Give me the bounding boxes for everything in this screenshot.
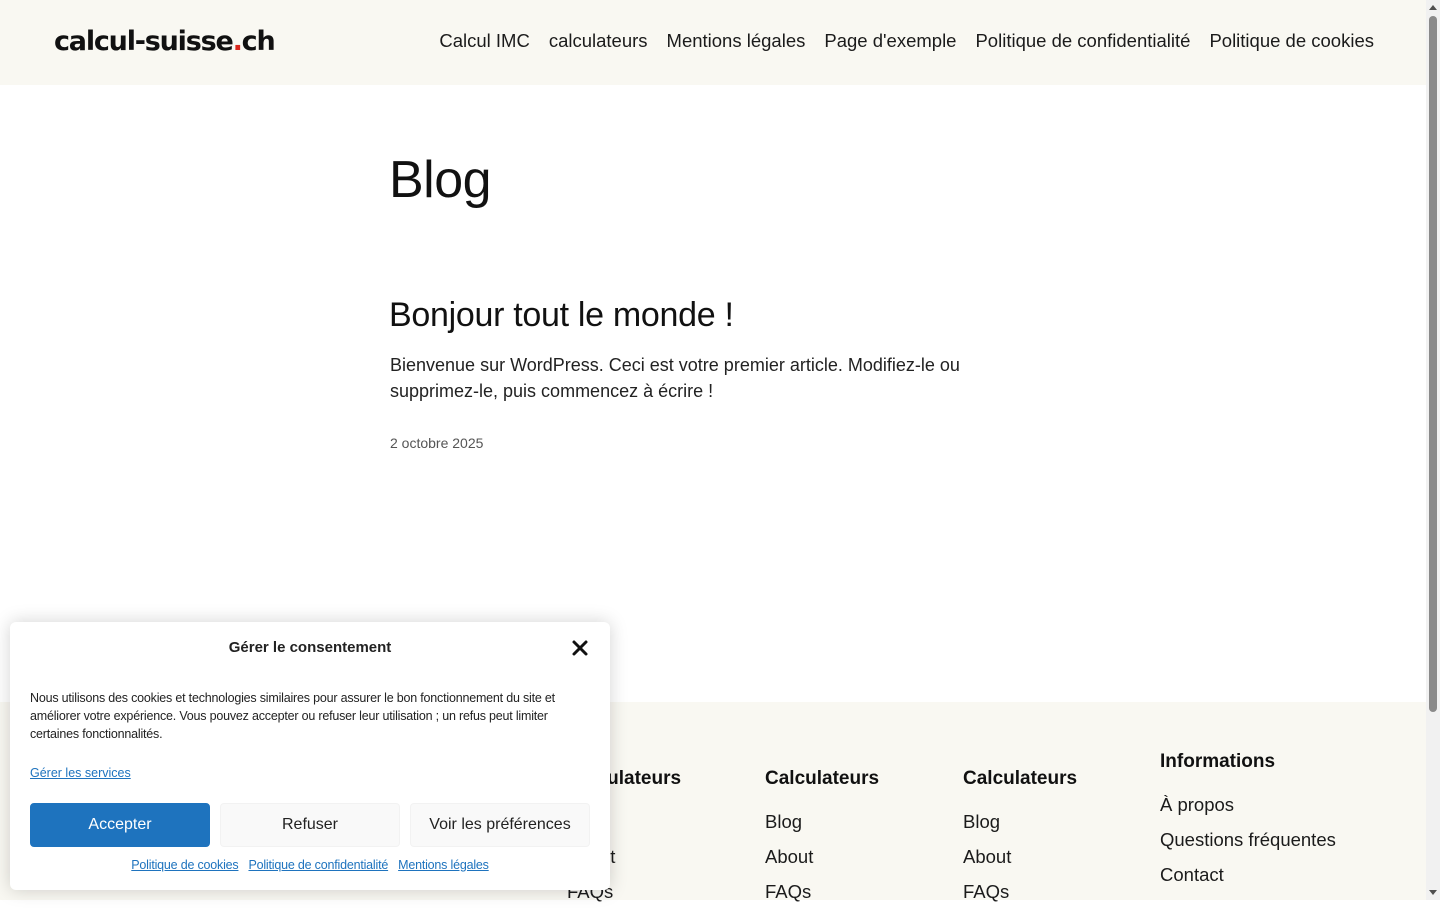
privacy-policy-link[interactable]: Politique de confidentialité xyxy=(248,858,388,872)
logo-tld: ch xyxy=(241,26,276,57)
footer-column-2: Calculateurs Blog About FAQs xyxy=(765,768,879,909)
post-excerpt: Bienvenue sur WordPress. Ceci est votre … xyxy=(390,355,960,401)
scroll-thumb[interactable] xyxy=(1429,16,1437,712)
footer-link-a-propos[interactable]: À propos xyxy=(1160,787,1336,822)
post-date: 2 octobre 2025 xyxy=(390,435,484,451)
close-icon[interactable] xyxy=(570,638,590,658)
nav-item-page-exemple[interactable]: Page d'exemple xyxy=(824,30,956,52)
footer-link-about[interactable]: About xyxy=(765,839,879,874)
post-title-link[interactable]: Bonjour tout le monde ! xyxy=(389,296,734,335)
footer-link-faqs[interactable]: FAQs xyxy=(765,874,879,909)
nav-item-calculateurs[interactable]: calculateurs xyxy=(549,30,648,52)
footer-link-about[interactable]: About xyxy=(963,839,1077,874)
consent-title: Gérer le consentement xyxy=(228,639,392,656)
footer-link-faqs[interactable]: FAQs xyxy=(963,874,1077,909)
logo-text: calcul-suisse xyxy=(54,26,234,57)
footer-link-blog[interactable]: Blog xyxy=(963,804,1077,839)
footer-link-contact[interactable]: Contact xyxy=(1160,857,1336,892)
logo-dot: . xyxy=(232,26,243,57)
page-scrollbar[interactable] xyxy=(1426,0,1440,900)
scroll-up-arrow-icon[interactable] xyxy=(1429,5,1437,10)
site-logo[interactable]: calcul-suisse.ch xyxy=(54,26,276,57)
legal-notice-link[interactable]: Mentions légales xyxy=(398,858,489,872)
refuse-button[interactable]: Refuser xyxy=(220,803,400,847)
cookie-policy-link[interactable]: Politique de cookies xyxy=(131,858,238,872)
scroll-down-arrow-icon[interactable] xyxy=(1429,890,1437,895)
nav-item-politique-cookies[interactable]: Politique de cookies xyxy=(1209,30,1374,52)
footer-link-questions-frequentes[interactable]: Questions fréquentes xyxy=(1160,822,1336,857)
nav-item-mentions-legales[interactable]: Mentions légales xyxy=(667,30,806,52)
consent-message: Nous utilisons des cookies et technologi… xyxy=(30,691,555,741)
footer-column-3: Calculateurs Blog About FAQs xyxy=(963,768,1077,909)
view-preferences-button[interactable]: Voir les préférences xyxy=(410,803,590,847)
site-header: calcul-suisse.ch Calcul IMC calculateurs… xyxy=(0,0,1426,85)
footer-column-heading: Informations xyxy=(1160,751,1276,772)
footer-link-blog[interactable]: Blog xyxy=(765,804,879,839)
accept-button[interactable]: Accepter xyxy=(30,803,210,847)
cookie-consent-dialog: Gérer le consentement Nous utilisons des… xyxy=(10,622,610,890)
footer-column-heading: Calculateurs xyxy=(765,768,880,789)
main-nav: Calcul IMC calculateurs Mentions légales… xyxy=(439,30,1374,52)
page-title: Blog xyxy=(389,151,492,209)
footer-column-heading: Calculateurs xyxy=(963,768,1078,789)
footer-column-informations: Informations À propos Questions fréquent… xyxy=(1160,751,1336,892)
nav-item-politique-confidentialite[interactable]: Politique de confidentialité xyxy=(975,30,1190,52)
manage-services-link[interactable]: Gérer les services xyxy=(30,766,131,780)
consent-policy-links: Politique de cookies Politique de confid… xyxy=(10,858,610,872)
nav-item-calcul-imc[interactable]: Calcul IMC xyxy=(439,30,529,52)
